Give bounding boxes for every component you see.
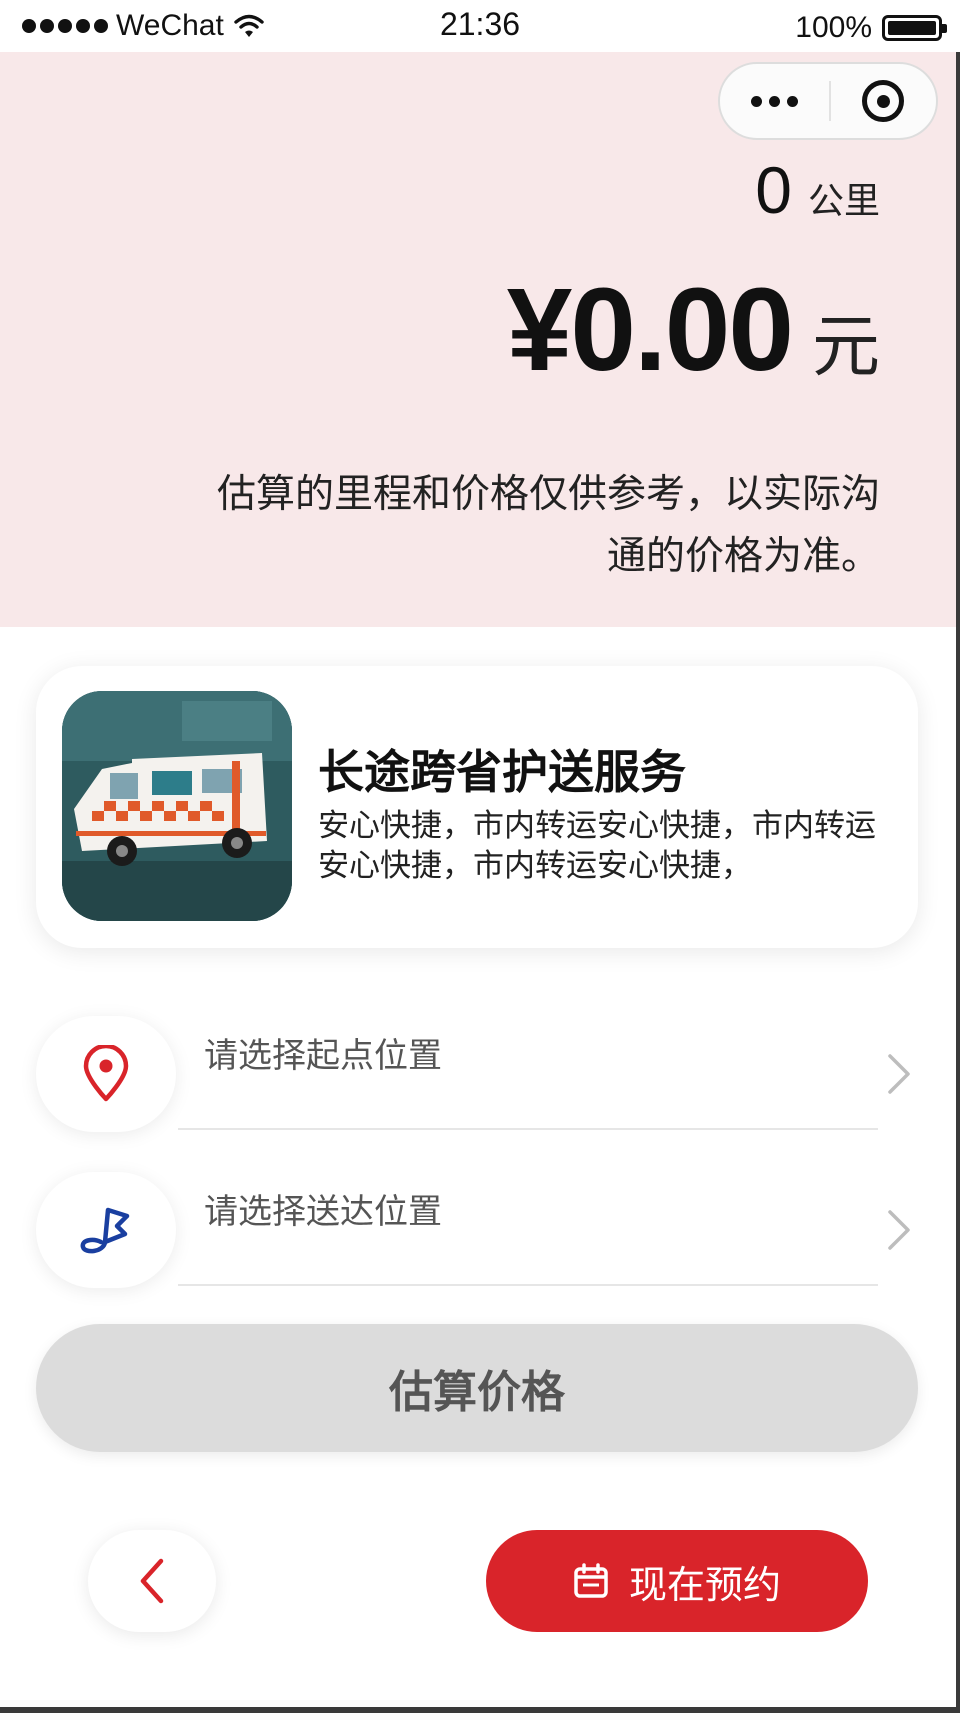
destination-row[interactable]: 请选择送达位置 (0, 1172, 960, 1328)
more-options-button[interactable] (720, 64, 829, 138)
start-icon-badge (36, 1016, 176, 1132)
start-location-placeholder: 请选择起点位置 (204, 1036, 442, 1076)
chevron-left-icon (140, 1558, 164, 1604)
window-edge (0, 1707, 960, 1713)
estimate-summary: 0 公里 ¥0.00 元 估算的里程和价格仅供参考，以实际沟 通的价格为准。 (0, 52, 960, 627)
status-right: 100% (795, 10, 947, 46)
destination-placeholder: 请选择送达位置 (204, 1192, 442, 1232)
calendar-icon (574, 1563, 608, 1598)
chevron-right-icon (888, 1210, 910, 1250)
battery-icon (882, 15, 947, 41)
distance-display: 0 公里 (755, 152, 880, 228)
distance-unit: 公里 (807, 181, 880, 222)
ambulance-image (62, 691, 292, 921)
destination-icon-badge (36, 1172, 176, 1288)
chevron-right-icon (888, 1054, 910, 1094)
flag-icon (80, 1207, 130, 1254)
close-mini-program-button[interactable] (831, 64, 936, 138)
target-icon (862, 80, 905, 122)
price-unit: 元 (811, 308, 880, 387)
map-pin-icon (83, 1045, 129, 1102)
distance-value: 0 (755, 153, 792, 227)
service-description: 安心快捷，市内转运安心快捷，市内转运安心快捷，市内转运安心快捷， (318, 808, 876, 884)
service-card[interactable]: 长途跨省护送服务 安心快捷，市内转运安心快捷，市内转运安心快捷，市内转运安心快捷… (36, 666, 918, 948)
row-divider (178, 1128, 878, 1130)
disclaimer-line-2: 通的价格为准。 (606, 534, 880, 579)
status-bar: WeChat 21:36 100% (0, 0, 960, 52)
book-now-label: 现在预约 (628, 1562, 781, 1607)
row-divider (178, 1284, 878, 1286)
start-location-row[interactable]: 请选择起点位置 (0, 1016, 960, 1172)
battery-fill (888, 21, 936, 35)
battery-percent: 100% (795, 11, 872, 44)
disclaimer-line-1: 估算的里程和价格仅供参考，以实际沟 (216, 472, 880, 517)
window-edge (956, 52, 960, 1713)
price-value: ¥0.00 (506, 264, 794, 396)
ambulance-illustration (62, 691, 292, 921)
disclaimer-text: 估算的里程和价格仅供参考，以实际沟 通的价格为准。 (90, 464, 880, 588)
price-display: ¥0.00 元 (507, 262, 880, 398)
mini-program-capsule (718, 62, 938, 140)
back-button[interactable] (88, 1530, 216, 1632)
estimate-price-button[interactable]: 估算价格 (36, 1324, 918, 1452)
service-title: 长途跨省护送服务 (318, 745, 686, 799)
more-dots-icon (750, 95, 762, 107)
book-now-button[interactable]: 现在预约 (486, 1530, 868, 1632)
